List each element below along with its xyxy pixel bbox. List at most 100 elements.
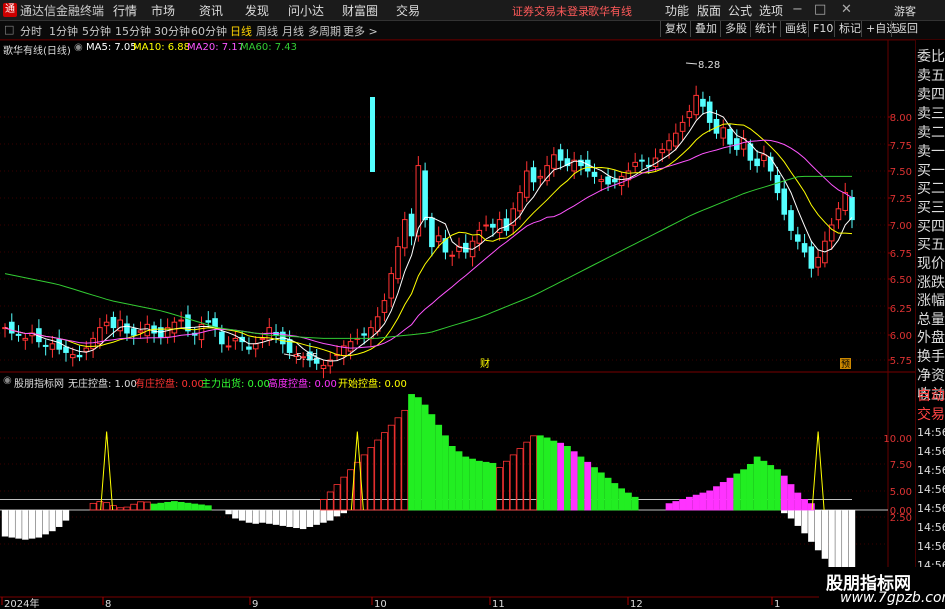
high-control-bar <box>774 469 781 511</box>
candle-body <box>639 159 645 162</box>
side-panel-label: 委比 <box>917 49 945 65</box>
sub-neg-bar <box>787 510 795 519</box>
candle-body <box>808 246 815 269</box>
distribution-bar <box>455 451 463 511</box>
candle-body <box>137 330 144 333</box>
candle-body <box>259 337 266 340</box>
sub-settings-icon[interactable]: ◉ <box>3 375 12 386</box>
distribution-bar <box>591 467 598 511</box>
candle-body <box>401 219 408 249</box>
candle-body <box>700 98 706 107</box>
x-axis-label: 11 <box>492 599 505 609</box>
high-control-bar <box>699 492 707 511</box>
dealer-bar <box>496 467 504 511</box>
high-control-bar <box>665 503 673 511</box>
x-axis-label: 10 <box>374 599 387 609</box>
side-panel-label: 买四 <box>917 219 945 235</box>
candle-body <box>781 188 788 215</box>
dealer-bar <box>130 503 138 511</box>
candle-body <box>557 149 564 161</box>
candle-body <box>483 224 489 227</box>
dealer-bar <box>333 484 341 511</box>
candle-body <box>849 196 855 221</box>
sub-neg-bar <box>238 510 246 521</box>
dealer-bar <box>96 501 104 511</box>
trade-time: 14:56 <box>917 426 945 439</box>
candle-body <box>246 346 252 350</box>
sub-neg-bar <box>293 510 300 529</box>
candle-body <box>370 97 375 172</box>
candle-body <box>503 218 510 231</box>
high-control-bar <box>760 460 768 511</box>
distribution-bar <box>414 397 422 511</box>
sub-item-high-control: 高度控盘: 0.00 <box>268 379 337 390</box>
candle-body <box>42 344 49 347</box>
candle-body <box>232 337 239 342</box>
candle-body <box>490 223 496 228</box>
candle-body <box>15 333 22 336</box>
distribution-bar <box>584 461 592 511</box>
candle-body <box>185 314 191 332</box>
distribution-bar <box>543 437 551 511</box>
sub-neg-bar <box>794 510 801 526</box>
distribution-bar <box>184 502 192 511</box>
sub-neg-bar <box>306 510 314 527</box>
candle-body <box>110 316 117 329</box>
candle-body <box>794 234 801 242</box>
candle-body <box>205 320 212 323</box>
ma60-line <box>4 175 852 339</box>
sub-neg-bar <box>42 510 49 535</box>
dealer-bar <box>503 460 510 511</box>
distribution-bar <box>191 503 199 511</box>
candle-body <box>124 323 130 334</box>
side-panel-label: 净资 <box>917 368 945 384</box>
side-panel-label: 总量 <box>917 312 945 328</box>
price-tick-label: 7.75 <box>890 141 912 152</box>
candle-body <box>130 328 137 336</box>
sub-neg-bar <box>299 510 307 530</box>
distribution-bar <box>597 472 605 511</box>
candle-body <box>69 354 76 359</box>
price-tick-label: 6.50 <box>890 275 912 286</box>
candle-body <box>544 165 550 182</box>
distribution-bar <box>550 440 558 511</box>
distribution-bar <box>448 445 456 511</box>
distribution-bar <box>611 483 619 511</box>
candle-body <box>815 256 821 268</box>
high-control-bar <box>794 492 802 511</box>
sub-neg-bar <box>8 510 15 538</box>
candle-body <box>530 167 537 183</box>
candle-body <box>178 319 184 322</box>
side-panel-label: 买三 <box>917 200 945 216</box>
x-axis-label: 9 <box>252 599 258 609</box>
sub-neg-bar <box>252 510 259 524</box>
sub-neg-bar <box>232 510 239 519</box>
sub-neg-bar <box>286 510 293 527</box>
distribution-bar <box>482 461 490 511</box>
high-control-bar <box>706 490 714 511</box>
sub-neg-bar <box>245 510 253 523</box>
candle-body <box>551 154 557 169</box>
price-tick-label: 6.75 <box>890 249 912 260</box>
trade-time: 14:56 <box>917 483 945 496</box>
dealer-bar <box>516 448 524 511</box>
trade-time: 14:56 <box>917 502 945 515</box>
candle-body <box>83 347 90 352</box>
trade-time: 14:56 <box>917 445 945 458</box>
distribution-bar <box>408 394 415 511</box>
price-tick-label: 8.00 <box>890 113 912 124</box>
candle-body <box>720 127 727 139</box>
distribution-bar <box>536 435 544 511</box>
high-control-bar <box>726 477 734 511</box>
sub-tick-label: 5.00 <box>890 487 912 498</box>
side-panel-label: 卖三 <box>917 106 945 122</box>
low-price-label: 5.55 <box>296 352 318 363</box>
watermark-url: www.7gpzb.com <box>840 590 945 606</box>
dealer-bar <box>387 424 395 511</box>
candle-body <box>395 246 401 280</box>
high-control-bar <box>672 501 680 511</box>
candle-body <box>320 364 327 370</box>
sub-neg-bar <box>835 510 842 576</box>
kline-chart[interactable]: 8.00 7.75 7.50 7.25 7.00 6.75 6.50 6.25 6.00 5.75… <box>0 0 945 609</box>
candle-body <box>727 128 733 145</box>
